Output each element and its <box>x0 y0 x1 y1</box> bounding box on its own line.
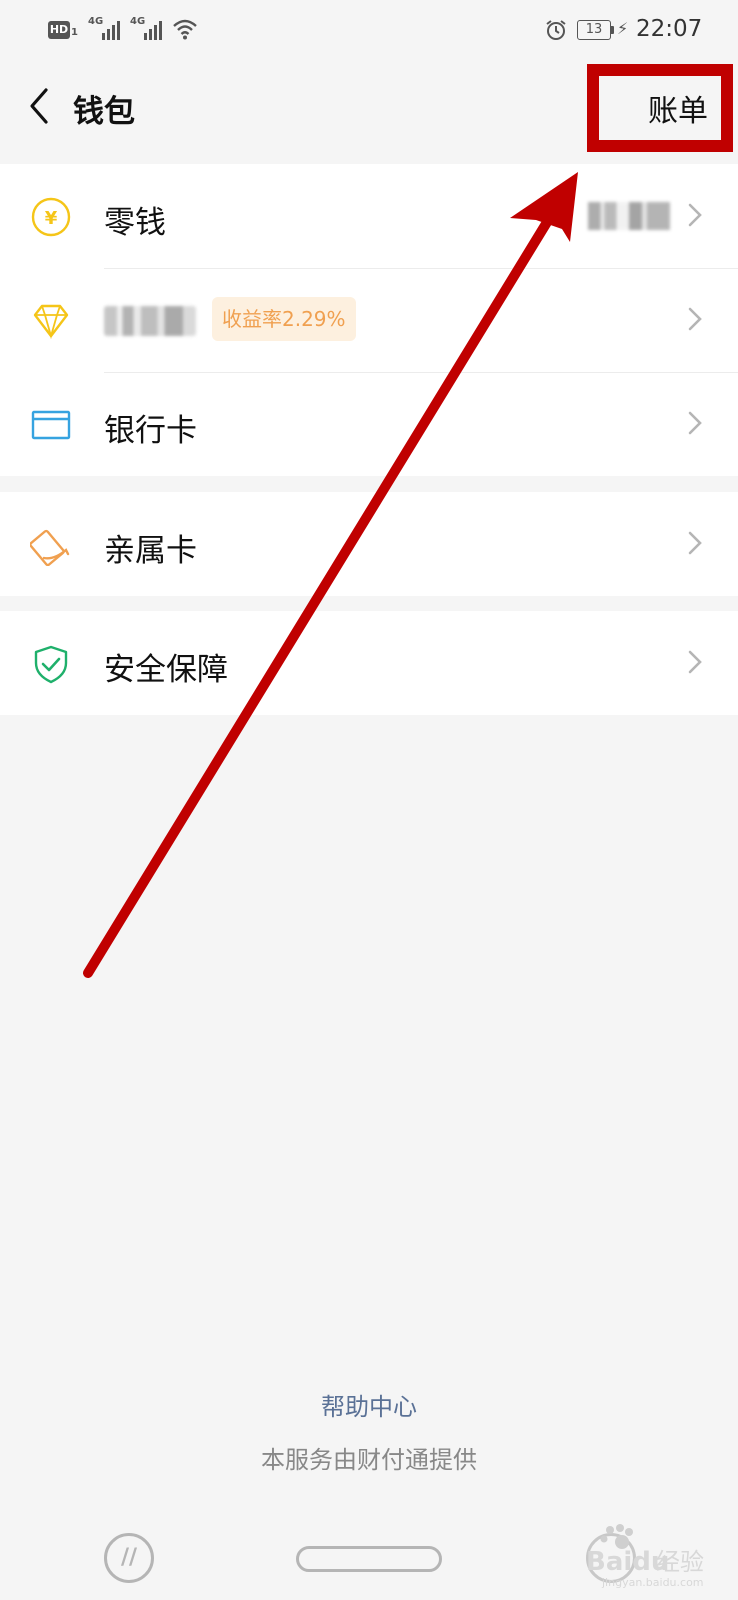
network-type-2: 4G <box>130 16 146 27</box>
change-label: 零钱 <box>104 205 166 241</box>
bank-card-label: 银行卡 <box>104 413 197 449</box>
list-item-family-card[interactable]: 亲属卡 <box>0 492 738 596</box>
bank-card-icon <box>31 410 71 440</box>
chevron-right-icon <box>688 411 702 435</box>
family-card-group: 亲属卡 <box>0 492 738 596</box>
chevron-right-icon <box>688 307 702 331</box>
home-bar[interactable] <box>296 1546 442 1572</box>
chevron-right-icon <box>688 531 702 555</box>
battery-icon: 13 <box>577 20 611 40</box>
svg-text:¥: ¥ <box>45 208 58 229</box>
wifi-icon <box>173 19 197 40</box>
network-type-1: 4G <box>88 16 104 27</box>
battery-tip <box>611 26 614 34</box>
baidu-watermark: Baidu 经验 jingyan.baidu.com <box>586 1524 704 1589</box>
yuan-coin-icon: ¥ <box>31 197 71 237</box>
list-item-security[interactable]: 安全保障 <box>0 611 738 715</box>
hd-sim-index: 1 <box>71 27 78 38</box>
watermark-text: 经验 <box>656 1548 704 1576</box>
back-icon[interactable] <box>20 84 56 128</box>
clock: 22:07 <box>636 16 703 42</box>
signal-2-icon: 4G <box>130 16 166 40</box>
charging-icon: ⚡ <box>617 19 629 38</box>
redacted-balance <box>588 202 670 230</box>
alarm-icon <box>546 20 566 40</box>
shield-check-icon <box>34 645 68 684</box>
list-item-bank-card[interactable]: 银行卡 <box>0 372 738 476</box>
chevron-right-icon <box>688 650 702 674</box>
help-center-link[interactable]: 帮助中心 <box>0 1387 738 1422</box>
family-card-label: 亲属卡 <box>104 533 197 569</box>
list-item-wealth[interactable]: 收益率2.29% <box>0 268 738 372</box>
provider-text: 本服务由财付通提供 <box>261 1446 477 1474</box>
annotation-highlight-box <box>587 64 733 152</box>
security-group: 安全保障 <box>0 611 738 715</box>
security-label: 安全保障 <box>104 652 228 688</box>
redacted-product-name <box>104 306 196 336</box>
hd-voice-icon: HD <box>48 21 70 39</box>
chevron-right-icon <box>688 203 702 227</box>
page-title: 钱包 <box>73 94 135 130</box>
status-bar: HD 1 4G 4G 13 ⚡ 22:07 <box>0 0 738 60</box>
yield-badge: 收益率2.29% <box>212 297 356 341</box>
assistant-icon: // <box>120 1545 138 1570</box>
assistant-button[interactable]: // <box>104 1533 154 1583</box>
signal-1-icon: 4G <box>88 16 124 40</box>
diamond-icon <box>33 304 69 340</box>
family-card-icon <box>30 529 70 566</box>
watermark-url: jingyan.baidu.com <box>601 1576 704 1589</box>
